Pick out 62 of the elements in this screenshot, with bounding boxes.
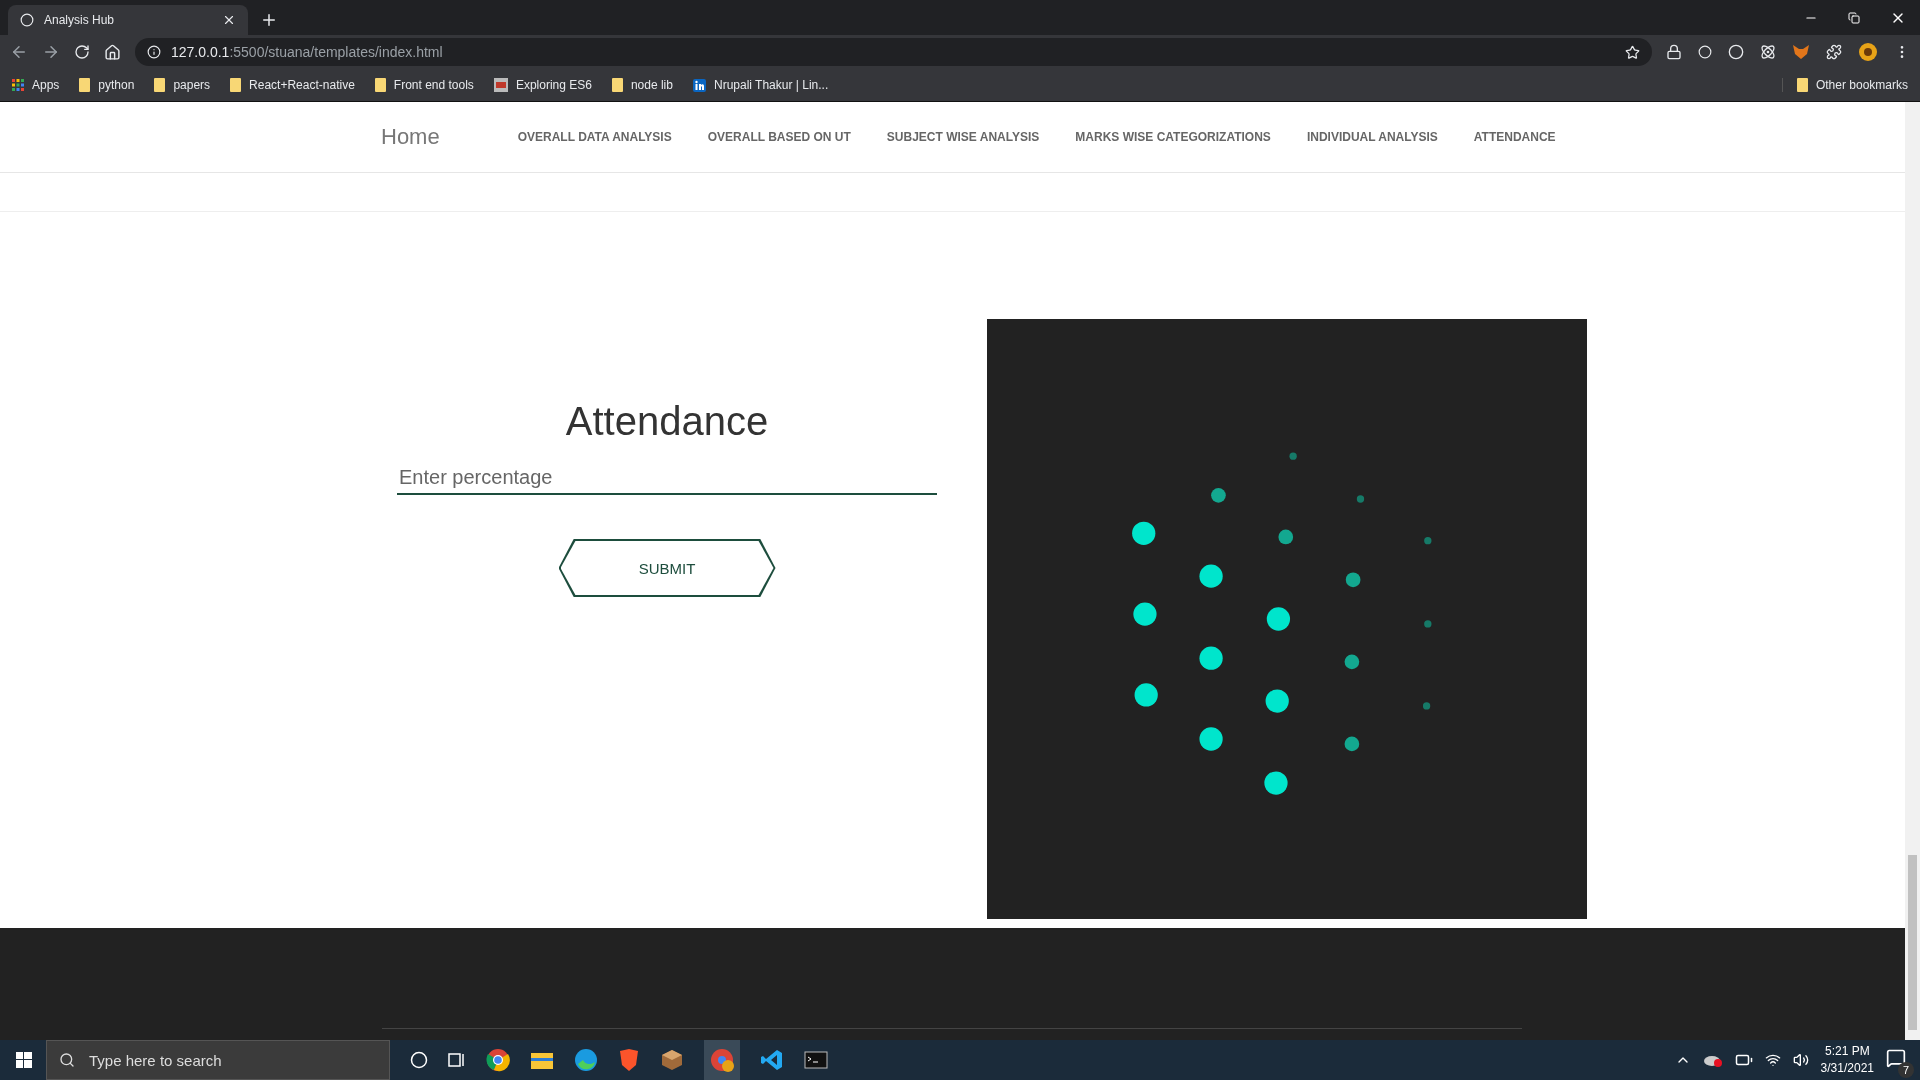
- close-tab-icon[interactable]: [222, 13, 236, 27]
- bookmark[interactable]: Nrupali Thakur | Lin...: [692, 78, 829, 92]
- site-icon: [493, 78, 508, 92]
- puzzle-icon[interactable]: [1826, 44, 1842, 60]
- forward-icon[interactable]: [42, 43, 60, 61]
- scrollbar-thumb[interactable]: [1908, 855, 1917, 1030]
- lock-icon[interactable]: [1666, 44, 1682, 60]
- fox-icon[interactable]: [1792, 44, 1810, 60]
- edge-icon[interactable]: [574, 1048, 598, 1072]
- cortana-icon[interactable]: [410, 1051, 428, 1069]
- nav-link[interactable]: ATTENDANCE: [1473, 130, 1556, 144]
- folder-icon: [1796, 78, 1808, 92]
- nav-link[interactable]: OVERALL BASED ON UT: [707, 130, 851, 144]
- nav-link[interactable]: INDIVIDUAL ANALYSIS: [1306, 130, 1438, 144]
- bookmark[interactable]: node lib: [611, 78, 673, 92]
- bookmark[interactable]: python: [79, 78, 135, 92]
- clock[interactable]: 5:21 PM 3/31/2021: [1820, 1043, 1874, 1077]
- terminal-icon[interactable]: [804, 1050, 828, 1070]
- reload-icon[interactable]: [74, 44, 90, 60]
- home-link[interactable]: Home: [381, 124, 440, 150]
- bookmark[interactable]: papers: [154, 78, 211, 92]
- bookmark[interactable]: React+React-native: [230, 78, 355, 92]
- info-icon: [147, 45, 161, 59]
- nav-link[interactable]: OVERALL DATA ANALYSIS: [517, 130, 672, 144]
- bookmark[interactable]: Other bookmarks: [1781, 78, 1908, 92]
- folder-icon: [230, 78, 242, 92]
- nav-link[interactable]: MARKS WISE CATEGORIZATIONS: [1075, 130, 1271, 144]
- box-icon[interactable]: [660, 1048, 684, 1072]
- folder-icon: [611, 78, 623, 92]
- browser-tab[interactable]: Analysis Hub: [8, 5, 248, 35]
- task-view-icon[interactable]: [448, 1052, 466, 1068]
- linkedin-icon: [692, 78, 706, 92]
- volume-icon[interactable]: [1792, 1052, 1809, 1068]
- tab-title: Analysis Hub: [44, 13, 116, 27]
- attendance-title: Attendance: [565, 399, 769, 444]
- restore-icon[interactable]: [1848, 11, 1860, 24]
- bookmark[interactable]: Exploring ES6: [493, 78, 592, 92]
- wifi-icon[interactable]: [1764, 1052, 1781, 1068]
- address-bar[interactable]: 127.0.0.1:5500/stuana/templates/index.html: [135, 38, 1652, 66]
- search-icon: [59, 1052, 75, 1068]
- folder-icon[interactable]: [530, 1050, 554, 1070]
- apps-grid-icon: [12, 79, 24, 91]
- submit-button[interactable]: SUBMIT: [558, 539, 776, 597]
- bookmark[interactable]: Front end tools: [374, 78, 474, 92]
- back-icon[interactable]: [10, 43, 28, 61]
- notification-count: 7: [1898, 1062, 1914, 1078]
- bookmark[interactable]: Apps: [12, 78, 60, 92]
- code-editor-icon[interactable]: [760, 1048, 784, 1072]
- taskbar-search[interactable]: Type here to search: [46, 1040, 390, 1080]
- folder-icon: [154, 78, 166, 92]
- folder-icon: [374, 78, 386, 92]
- atom-icon[interactable]: [1760, 44, 1776, 60]
- folder-icon: [79, 78, 91, 92]
- search-placeholder: Type here to search: [89, 1051, 222, 1069]
- chrome-icon[interactable]: [486, 1048, 510, 1072]
- notification-icon[interactable]: [1886, 1048, 1906, 1068]
- nav-link[interactable]: SUBJECT WISE ANALYSIS: [886, 130, 1040, 144]
- home-icon[interactable]: [104, 43, 121, 61]
- new-tab-icon[interactable]: [260, 11, 278, 29]
- windows-icon[interactable]: [16, 1052, 32, 1068]
- url-text: 127.0.0.1:5500/stuana/templates/index.html: [171, 44, 444, 60]
- star-icon[interactable]: [1625, 44, 1640, 60]
